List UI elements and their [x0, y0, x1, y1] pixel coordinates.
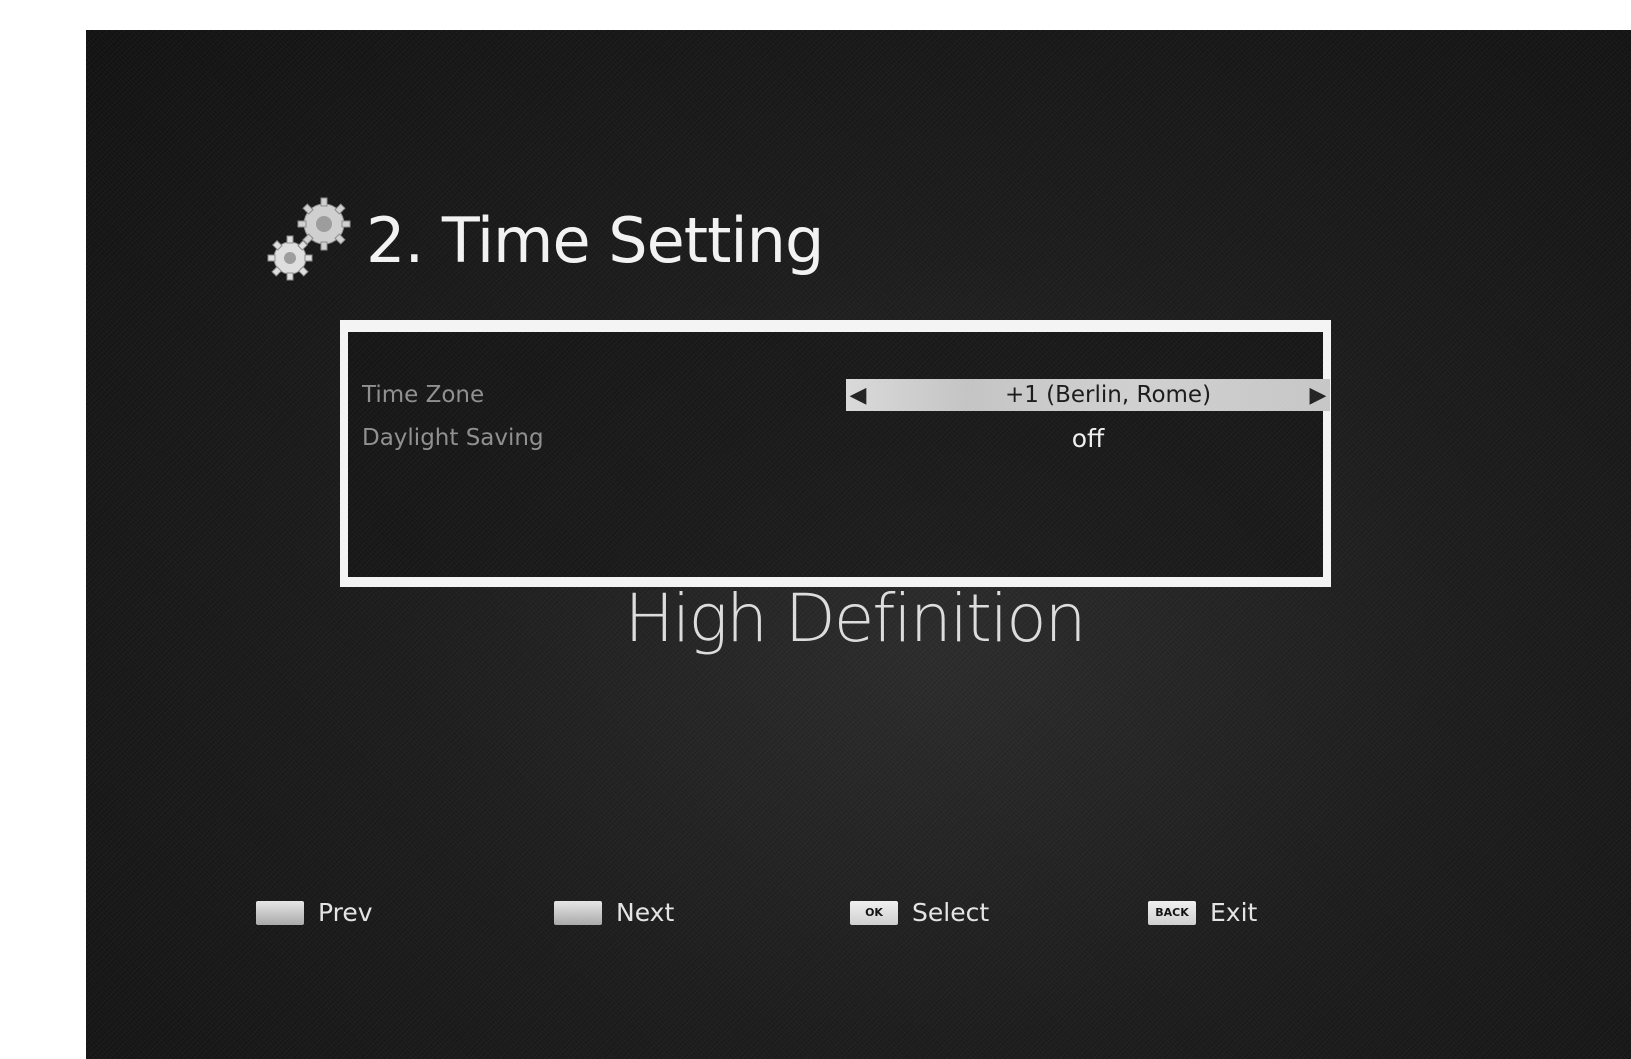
settings-panel: Time Zone ◀ +1 (Berlin, Rome) ▶ Daylight… [340, 320, 1331, 587]
footer-prev[interactable]: Prev [256, 898, 373, 927]
setting-value: off [1071, 423, 1105, 453]
page-title: 2. Time Setting [366, 203, 824, 277]
footer-label: Prev [318, 898, 373, 927]
time-zone-selector[interactable]: ◀ +1 (Berlin, Rome) ▶ [846, 379, 1330, 411]
brand-logo: High Definition [86, 580, 1631, 657]
back-key-icon: BACK [1148, 900, 1196, 925]
footer-label: Exit [1210, 898, 1258, 927]
green-key-icon [554, 900, 602, 925]
brand-text: High Definition [624, 580, 1087, 657]
setting-value: +1 (Berlin, Rome) [1004, 382, 1212, 408]
ok-key-icon: OK [850, 900, 898, 925]
footer-label: Next [616, 898, 675, 927]
setting-label: Daylight Saving [362, 425, 544, 451]
setting-label: Time Zone [362, 382, 485, 408]
setting-row-daylight-saving[interactable]: Daylight Saving off [362, 421, 1315, 455]
footer-label: Select [912, 898, 990, 927]
footer-exit[interactable]: BACK Exit [1148, 898, 1257, 927]
footer-next[interactable]: Next [554, 898, 674, 927]
arrow-left-icon[interactable]: ◀ [846, 381, 870, 409]
tv-screen: 2. Time Setting Time Zone ◀ +1 (Berlin, … [86, 30, 1631, 1059]
arrow-right-icon[interactable]: ▶ [1306, 381, 1330, 409]
page-header: 2. Time Setting [262, 180, 824, 290]
red-key-icon [256, 900, 304, 925]
footer-select[interactable]: OK Select [850, 898, 989, 927]
setting-row-time-zone[interactable]: Time Zone ◀ +1 (Berlin, Rome) ▶ [362, 378, 1330, 412]
gears-icon [262, 180, 354, 290]
